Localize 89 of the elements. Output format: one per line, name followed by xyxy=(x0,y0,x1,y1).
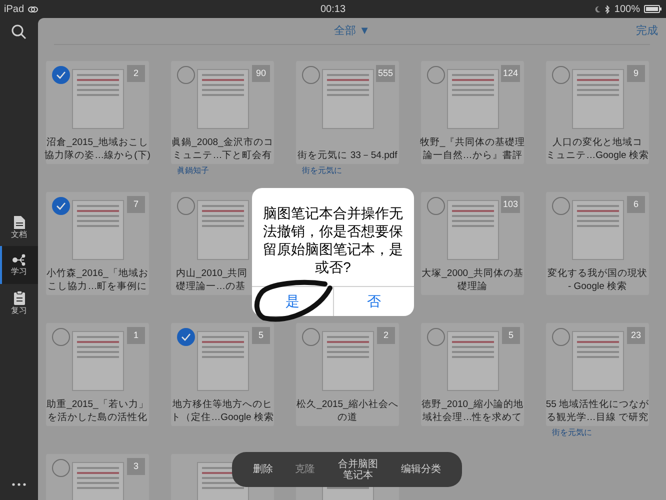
document-thumbnail xyxy=(196,331,248,391)
page-count: 2 xyxy=(377,327,395,344)
document-icon xyxy=(14,216,24,228)
document-title: 内山_2010_共同 礎理論一…の基 xyxy=(175,267,248,293)
document-card[interactable]: 2 沼倉_2015_地域おこし 協力隊の姿…線から(下) xyxy=(46,61,149,164)
action-button[interactable]: 删除 xyxy=(253,464,273,475)
select-checkbox[interactable] xyxy=(302,328,320,346)
page-count: 7 xyxy=(127,196,145,213)
action-button[interactable]: 合并脑图笔记本 xyxy=(337,458,379,480)
select-checkbox[interactable] xyxy=(552,197,570,215)
document-title: 地方移住等地方へのヒ ト（定住…Google 検索 xyxy=(171,398,274,424)
page-count: 6 xyxy=(627,196,645,213)
document-card[interactable]: 7 小竹森_2016_「地域お こし協力…町を事例に xyxy=(46,192,149,295)
sidebar-tab[interactable]: 学习 xyxy=(0,246,38,284)
check-icon xyxy=(56,202,66,210)
select-checkbox[interactable] xyxy=(52,328,70,346)
document-title: 55 地域活性化につなが る観光学…目線 で研究 xyxy=(546,398,650,424)
select-checkbox[interactable] xyxy=(302,66,320,84)
document-card[interactable]: 1 助重_2015_「若い力」 を活かした島の活性化 xyxy=(46,323,149,426)
document-title: 牧野_『共同体の基礎理 論一自然…から』書評 xyxy=(420,136,526,162)
device-label: iPad xyxy=(4,2,24,16)
page-count: 5 xyxy=(252,327,270,344)
document-card[interactable]: 103 大塚_2000_共同体の基 礎理論 xyxy=(421,192,524,295)
document-card[interactable]: 5 地方移住等地方へのヒ ト（定住…Google 検索 xyxy=(171,323,274,426)
page-count: 90 xyxy=(252,65,270,82)
document-title: 大塚_2000_共同体の基 礎理論 xyxy=(422,267,524,293)
sidebar-tab[interactable]: 文档 xyxy=(0,208,38,246)
document-thumbnail xyxy=(572,200,624,260)
document-thumbnail xyxy=(446,200,498,260)
bluetooth-icon xyxy=(605,4,610,14)
document-title: 街を元気に 33－54.pdf xyxy=(298,149,398,162)
moon-icon xyxy=(595,6,602,12)
select-checkbox[interactable] xyxy=(52,66,70,84)
document-card[interactable]: 6 変化する我が国の現状 - Google 検索 xyxy=(546,192,649,295)
document-card[interactable]: 2 松久_2015_縮小社会へ の道 xyxy=(296,323,399,426)
document-thumbnail xyxy=(446,69,498,129)
document-title: 小竹森_2016_「地域お こし協力…町を事例に xyxy=(46,267,148,293)
document-thumbnail xyxy=(322,331,374,391)
document-title: 助重_2015_「若い力」 を活かした島の活性化 xyxy=(46,398,148,424)
select-checkbox[interactable] xyxy=(552,328,570,346)
document-thumbnail xyxy=(196,69,248,129)
battery-icon xyxy=(644,5,662,13)
page-count: 23 xyxy=(627,327,645,344)
page-count: 124 xyxy=(500,65,520,82)
page-count: 103 xyxy=(500,196,520,213)
document-title: 徳野_2010_縮小論的地 域社会理…性を求めて xyxy=(422,398,524,424)
page-count: 2 xyxy=(127,65,145,82)
page-count: 5 xyxy=(502,327,520,344)
document-card[interactable]: 9 人口の変化と地域コ ミュニテ…Google 検索 xyxy=(546,61,649,164)
select-checkbox[interactable] xyxy=(427,197,445,215)
page-count: 1 xyxy=(127,327,145,344)
document-thumbnail xyxy=(72,69,124,129)
select-checkbox[interactable] xyxy=(177,66,195,84)
battery-percentage: 100% xyxy=(614,2,640,16)
branch-icon xyxy=(12,254,26,266)
document-thumbnail xyxy=(322,69,374,129)
document-thumbnail xyxy=(72,200,124,260)
document-thumbnail xyxy=(572,331,624,391)
check-icon xyxy=(56,71,66,79)
select-checkbox[interactable] xyxy=(177,197,195,215)
document-card[interactable]: 124 牧野_『共同体の基礎理 論一自然…から』書評 xyxy=(421,61,524,164)
link-icon xyxy=(28,6,38,12)
document-title: 松久_2015_縮小社会へ の道 xyxy=(296,398,398,424)
select-checkbox[interactable] xyxy=(427,328,445,346)
check-icon xyxy=(181,333,191,341)
document-title: 眞鍋_2008_金沢市のコ ミュニテ…下と町会有 xyxy=(172,136,274,162)
document-thumbnail xyxy=(572,69,624,129)
document-thumbnail xyxy=(446,331,498,391)
select-checkbox[interactable] xyxy=(52,197,70,215)
document-card[interactable]: 5 徳野_2010_縮小論的地 域社会理…性を求めて xyxy=(421,323,524,426)
select-checkbox[interactable] xyxy=(52,459,70,477)
document-title: 人口の変化と地域コ ミュニテ…Google 検索 xyxy=(546,136,649,162)
action-button[interactable]: 编辑分类 xyxy=(401,464,441,475)
document-title: 変化する我が国の現状 - Google 検索 xyxy=(548,267,648,293)
search-icon[interactable] xyxy=(11,24,27,40)
dialog-button[interactable]: 否 xyxy=(332,287,414,316)
page-count: 9 xyxy=(627,65,645,82)
document-thumbnail xyxy=(196,200,248,260)
more-icon[interactable] xyxy=(12,483,26,486)
page-count: 3 xyxy=(127,458,145,475)
select-checkbox[interactable] xyxy=(177,328,195,346)
sidebar-tab[interactable]: 复习 xyxy=(0,284,38,322)
clock-time: 00:13 xyxy=(320,2,346,16)
select-checkbox[interactable] xyxy=(552,66,570,84)
page-count: 555 xyxy=(376,65,395,82)
clipboard-icon xyxy=(14,291,24,305)
document-thumbnail xyxy=(72,331,124,391)
select-checkbox[interactable] xyxy=(427,66,445,84)
document-title: 沼倉_2015_地域おこし 協力隊の姿…線から(下) xyxy=(44,136,150,162)
